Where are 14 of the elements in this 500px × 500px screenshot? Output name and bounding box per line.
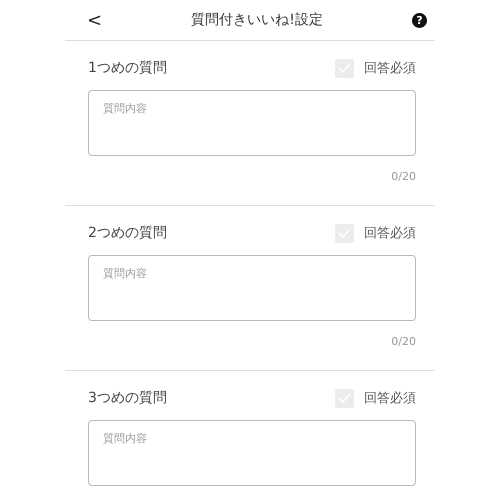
required-label: 回答必須	[364, 390, 416, 407]
required-label: 回答必須	[364, 60, 416, 77]
page-title: 質問付きいいね!設定	[191, 11, 323, 29]
help-button[interactable]: ?	[412, 12, 427, 28]
question-title: 1つめの質問	[88, 59, 167, 77]
character-counter: 0/20	[391, 335, 416, 348]
question-input[interactable]: 質問内容	[88, 420, 416, 486]
question-title: 3つめの質問	[88, 389, 167, 407]
question-input[interactable]: 質問内容	[88, 255, 416, 321]
question-title: 2つめの質問	[88, 224, 167, 242]
back-button[interactable]: <	[87, 10, 102, 30]
required-label: 回答必須	[364, 225, 416, 242]
question-input[interactable]: 質問内容	[88, 90, 416, 156]
character-counter: 0/20	[391, 170, 416, 183]
